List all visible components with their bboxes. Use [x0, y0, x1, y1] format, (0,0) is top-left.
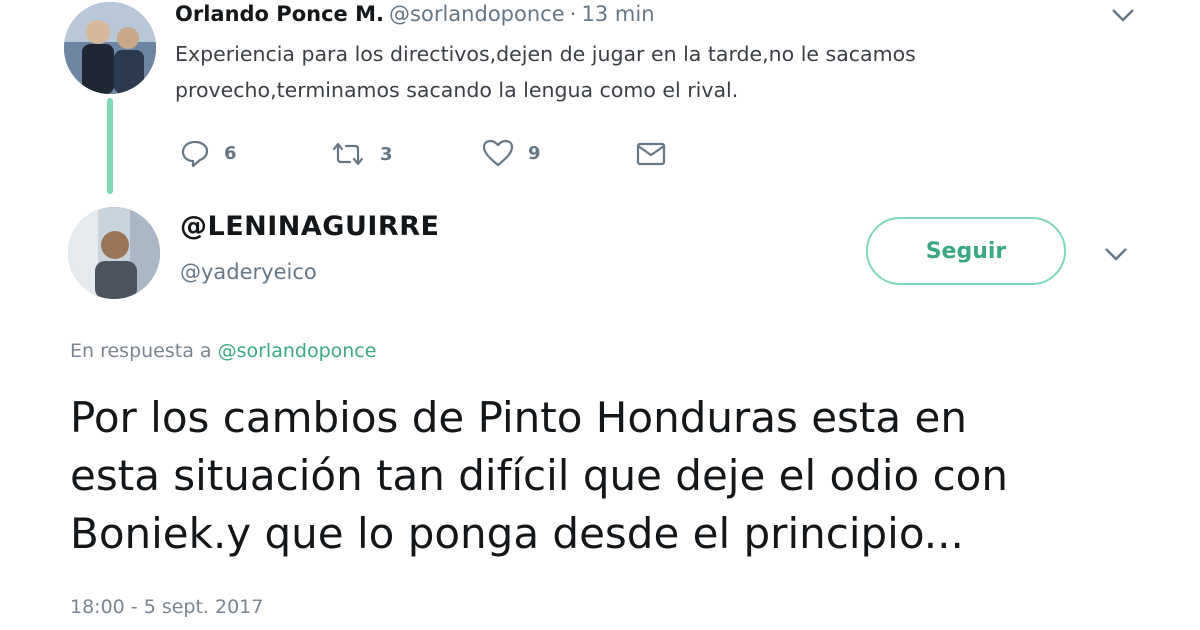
- follow-button[interactable]: Seguir: [866, 217, 1066, 285]
- tweet1-text-line1: Experiencia para los directivos,dejen de…: [175, 42, 916, 66]
- reply-prefix: En respuesta a: [70, 340, 212, 362]
- chevron-down-icon[interactable]: [1103, 243, 1129, 269]
- tweet2-timestamp[interactable]: 18:00 - 5 sept. 2017: [70, 596, 263, 618]
- chevron-down-icon[interactable]: [1110, 4, 1136, 30]
- tweet2-author-name[interactable]: @LENINAGUIRRE: [180, 211, 439, 242]
- tweet1-author-handle[interactable]: @sorlandoponce: [389, 2, 565, 26]
- tweet2-text-line1: Por los cambios de Pinto Honduras esta e…: [70, 393, 967, 442]
- reply-count: 6: [224, 142, 237, 164]
- lenin-avatar[interactable]: [68, 207, 160, 299]
- tweet1-text: Experiencia para los directivos,dejen de…: [175, 36, 1035, 108]
- orlando-avatar[interactable]: [64, 2, 156, 94]
- thread-connector-line: [107, 98, 113, 194]
- tweet2-text-line2: esta situación tan difícil que deje el o…: [70, 451, 1008, 500]
- tweet1-time[interactable]: 13 min: [582, 2, 655, 26]
- tweet2-text-line3: Boniek.y que lo ponga desde el principio…: [70, 509, 964, 558]
- tweet1-separator: ·: [569, 2, 577, 26]
- tweet1-header: Orlando Ponce M. @sorlandoponce · 13 min: [175, 2, 655, 26]
- retweet-count: 3: [380, 143, 393, 165]
- retweet-action[interactable]: 3: [330, 141, 393, 167]
- dm-action[interactable]: [636, 141, 666, 167]
- tweet2-text: Por los cambios de Pinto Honduras esta e…: [70, 389, 1180, 563]
- tweet2-author-handle[interactable]: @yaderyeico: [180, 260, 317, 284]
- heart-icon[interactable]: [482, 139, 514, 167]
- retweet-icon[interactable]: [330, 141, 366, 167]
- reply-action[interactable]: 6: [180, 139, 237, 167]
- like-count: 9: [528, 142, 541, 164]
- envelope-icon[interactable]: [636, 141, 666, 167]
- tweet1-text-line2: provecho,terminamos sacando la lengua co…: [175, 78, 739, 102]
- like-action[interactable]: 9: [482, 139, 541, 167]
- reply-icon[interactable]: [180, 139, 210, 167]
- reply-mention-link[interactable]: @sorlandoponce: [218, 340, 377, 362]
- tweet1-author-name[interactable]: Orlando Ponce M.: [175, 2, 384, 26]
- reply-context: En respuesta a @sorlandoponce: [70, 340, 376, 362]
